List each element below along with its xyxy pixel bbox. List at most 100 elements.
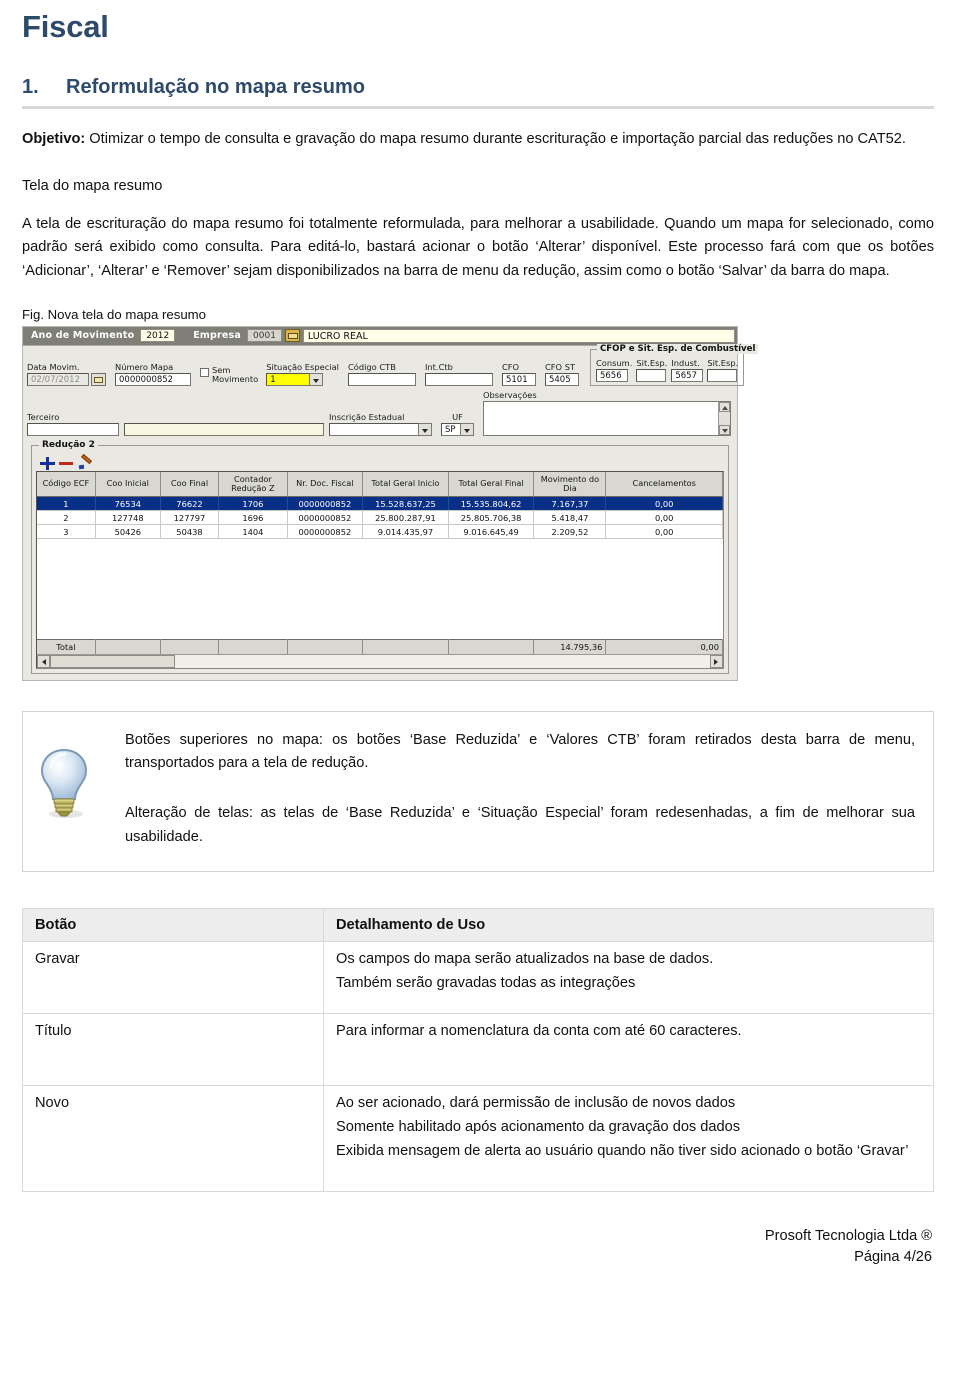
section-title: Reformulação no mapa resumo <box>66 76 365 99</box>
scroll-right-icon[interactable] <box>710 654 723 668</box>
col-coo-final[interactable]: Coo Final <box>160 471 220 498</box>
cell-coo-final: 76622 <box>160 496 220 512</box>
cell-movimento: 5.418,47 <box>533 510 607 526</box>
detail-line: Ao ser acionado, dará permissão de inclu… <box>336 1094 736 1111</box>
remove-icon[interactable] <box>59 456 73 470</box>
observacoes-text[interactable] <box>484 402 718 435</box>
reducao-table-header-row: Código ECF Coo Inicial Coo Final Contado… <box>37 471 723 498</box>
codigo-ctb-label: Código CTB <box>347 361 396 372</box>
cfo-input[interactable]: 5101 <box>501 372 536 386</box>
lightbulb-icon <box>37 729 115 850</box>
consum-input[interactable]: 5656 <box>595 368 628 382</box>
scrollbar-thumb[interactable] <box>50 654 175 668</box>
scroll-left-icon[interactable] <box>37 654 50 668</box>
total-cancelamentos: 0,00 <box>605 638 723 654</box>
edit-pencil-icon[interactable] <box>78 456 92 470</box>
sit-esp-indust-input[interactable] <box>707 368 738 382</box>
inscricao-estadual-group: Inscrição Estadual <box>329 412 432 436</box>
numero-mapa-label: Número Mapa <box>115 361 174 372</box>
scrollbar-track[interactable] <box>50 654 710 668</box>
cell-contador: 1706 <box>218 496 288 512</box>
horizontal-scrollbar[interactable] <box>37 653 723 668</box>
cell-coo-inicial: 50426 <box>95 524 161 540</box>
objective-paragraph: Objetivo: Otimizar o tempo de consulta e… <box>22 128 934 152</box>
situacao-especial-value[interactable]: 1 <box>266 372 311 386</box>
situacao-especial-combo[interactable]: 1 <box>266 372 339 386</box>
ano-movimento-label: Ano de Movimento <box>31 330 135 342</box>
button-reference-table: Botão Detalhamento de Uso Gravar Os camp… <box>22 908 934 1192</box>
uf-input[interactable]: SP <box>441 422 461 436</box>
col-cancelamentos[interactable]: Cancelamentos <box>605 471 723 498</box>
uf-combo[interactable]: SP <box>441 422 474 436</box>
table-row[interactable]: 1 76534 76622 1706 0000000852 15.528.637… <box>37 496 723 512</box>
observacoes-textarea[interactable] <box>483 400 731 436</box>
header-detalhamento: Detalhamento de Uso <box>323 908 934 943</box>
button-name-novo: Novo <box>22 1084 324 1192</box>
sit-esp-consum-input[interactable] <box>636 368 667 382</box>
cfop-combustivel-title: CFOP e Sit. Esp. de Combustível <box>596 343 759 354</box>
tip-text: Botões superiores no mapa: os botões ‘Ba… <box>115 729 915 850</box>
total-movimento-do-dia: 14.795,36 <box>533 638 607 654</box>
reducao-grid: Código ECF Coo Inicial Coo Final Contado… <box>36 470 724 669</box>
col-contador-reducao-z[interactable]: Contador Redução Z <box>218 471 288 498</box>
int-ctb-label: Int.Ctb <box>424 361 453 372</box>
figure-caption: Fig. Nova tela do mapa resumo <box>22 306 206 322</box>
terceiro-name-input[interactable] <box>124 422 324 436</box>
sem-movimento-label: Sem Movimento <box>212 364 259 385</box>
terceiro-group: Terceiro <box>27 412 324 436</box>
codigo-ctb-input[interactable] <box>347 372 416 386</box>
page-footer: Prosoft Tecnologia Ltda ® Página 4/26 <box>22 1226 934 1270</box>
col-total-geral-inicio[interactable]: Total Geral Inicio <box>362 471 449 498</box>
chevron-down-icon[interactable] <box>310 372 324 386</box>
col-nr-doc-fiscal[interactable]: Nr. Doc. Fiscal <box>287 471 364 498</box>
cell-coo-final: 127797 <box>160 510 220 526</box>
reducao-table: Código ECF Coo Inicial Coo Final Contado… <box>37 471 723 540</box>
footer-company: Prosoft Tecnologia Ltda ® <box>764 1227 932 1244</box>
data-movim-label: Data Movim. <box>27 361 80 372</box>
reducao-total-row: Total 14.795,36 0,00 <box>37 638 723 654</box>
cell-movimento: 7.167,37 <box>533 496 607 512</box>
folder-open-icon[interactable] <box>284 329 300 343</box>
sit-esp-indust-label: Sit.Esp. <box>707 357 739 368</box>
scroll-up-icon[interactable] <box>719 401 730 412</box>
reducao-2-title: Redução 2 <box>39 439 98 450</box>
col-codigo-ecf[interactable]: Código ECF <box>37 471 96 498</box>
inscricao-estadual-combo[interactable] <box>329 422 432 436</box>
section-heading: 1. Reformulação no mapa resumo <box>22 76 934 99</box>
col-movimento-do-dia[interactable]: Movimento do Dia <box>533 471 607 498</box>
button-details-titulo: Para informar a nomenclatura da conta co… <box>323 1013 934 1086</box>
cell-nr-doc: 0000000852 <box>287 510 364 526</box>
ano-movimento-value[interactable]: 2012 <box>140 329 176 343</box>
company-name-field: LUCRO REAL <box>302 328 735 343</box>
table-row[interactable]: 3 50426 50438 1404 0000000852 9.014.435,… <box>37 524 723 540</box>
col-total-geral-final[interactable]: Total Geral Final <box>448 471 535 498</box>
situacao-especial-label: Situação Especial <box>266 361 339 372</box>
cfo-st-input[interactable]: 5405 <box>544 372 579 386</box>
uf-label: UF <box>452 411 463 422</box>
objective-text: Otimizar o tempo de consulta e gravação … <box>85 131 906 148</box>
form-row-2: Terceiro Inscrição Estadual UF SP Observ… <box>27 390 733 436</box>
add-icon[interactable] <box>40 456 55 470</box>
indust-input[interactable]: 5657 <box>671 368 704 382</box>
detail-line: Os campos do mapa serão atualizados na b… <box>336 951 714 968</box>
observacoes-scrollbar[interactable] <box>718 401 730 435</box>
sem-movimento-checkbox-group[interactable]: Sem Movimento <box>200 364 259 386</box>
cell-total-inicio: 25.800.287,91 <box>362 510 449 526</box>
detail-line: Exibida mensagem de alerta ao usuário qu… <box>336 1142 909 1159</box>
chevron-down-icon[interactable] <box>419 422 432 436</box>
cell-coo-inicial: 76534 <box>95 496 161 512</box>
inscricao-estadual-input[interactable] <box>329 422 419 436</box>
chevron-down-icon[interactable] <box>461 422 474 436</box>
empresa-value[interactable]: 0001 <box>247 329 282 343</box>
terceiro-code-input[interactable] <box>27 422 119 436</box>
cell-cancelamentos: 0,00 <box>605 496 723 512</box>
data-movim-input[interactable]: 02/07/2012 <box>27 372 89 386</box>
sem-movimento-checkbox[interactable] <box>200 367 209 377</box>
int-ctb-input[interactable] <box>424 372 493 386</box>
calendar-picker-icon[interactable] <box>91 372 106 386</box>
table-row[interactable]: 2 127748 127797 1696 0000000852 25.800.2… <box>37 510 723 526</box>
tip-callout-box: Botões superiores no mapa: os botões ‘Ba… <box>22 710 934 873</box>
numero-mapa-input[interactable]: 0000000852 <box>115 372 191 386</box>
col-coo-inicial[interactable]: Coo Inicial <box>95 471 161 498</box>
scroll-down-icon[interactable] <box>719 424 730 435</box>
